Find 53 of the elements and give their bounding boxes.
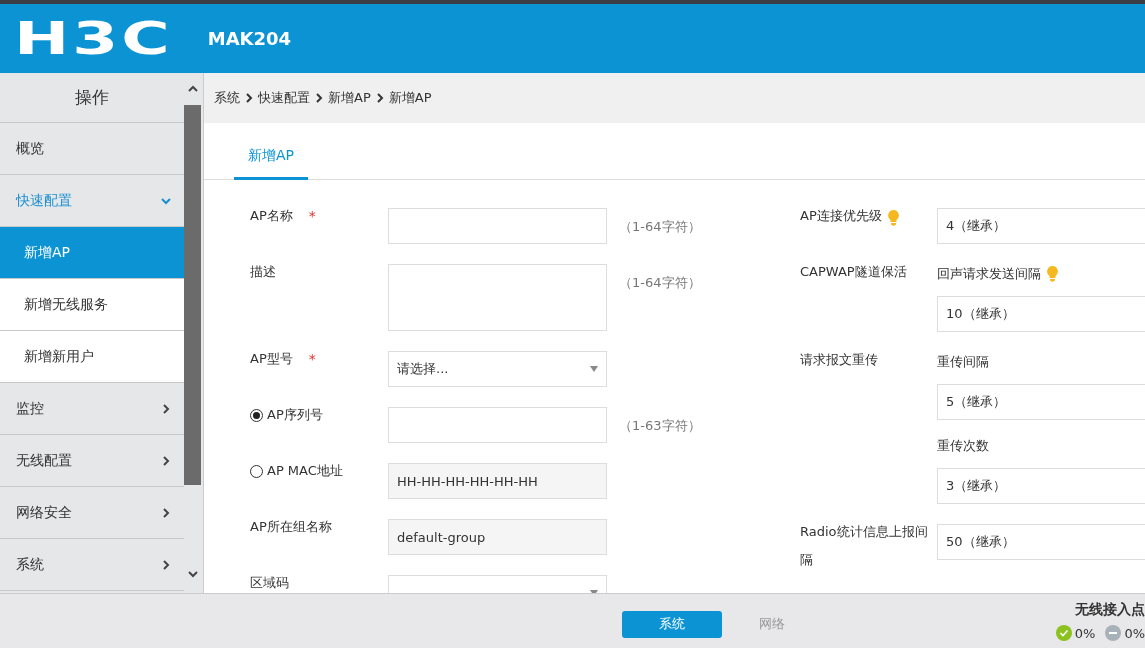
field-label: CAPWAP隧道保活: [800, 263, 907, 281]
input-field[interactable]: [388, 208, 607, 244]
field-label: AP连接优先级: [800, 207, 882, 225]
sidebar-subitem[interactable]: 新增无线服务: [0, 279, 184, 331]
field-label: 描述: [250, 264, 276, 280]
field-sublabel: 重传次数: [937, 437, 989, 455]
breadcrumb-item[interactable]: 新增AP: [388, 89, 432, 107]
field-label: 区域码: [250, 575, 289, 591]
check-circle-icon: [1055, 625, 1072, 641]
required-mark: *: [308, 351, 316, 367]
tab[interactable]: 新增AP: [234, 141, 309, 180]
input-field[interactable]: [388, 407, 607, 443]
chevron-right-icon: [243, 92, 255, 104]
select-field[interactable]: 请选择...: [388, 351, 607, 387]
breadcrumb-item[interactable]: 快速配置: [258, 89, 310, 107]
chevron-right-icon: [160, 402, 172, 415]
required-mark: *: [308, 208, 316, 224]
logo: H3C: [14, 16, 173, 61]
minus-circle-icon: [1105, 625, 1122, 641]
field-label: AP所在组名称: [250, 519, 332, 535]
dropdown-arrow-icon: [590, 366, 598, 372]
field-label: Radio统计信息上报间隔: [800, 523, 929, 569]
field-sublabel: 回声请求发送间隔: [937, 265, 1041, 283]
input-field[interactable]: 4（继承）: [937, 208, 1145, 244]
input-field[interactable]: 10（继承）: [937, 296, 1145, 332]
chevron-right-icon: [160, 506, 172, 519]
chevron-right-icon: [160, 454, 172, 467]
field-label: AP序列号: [267, 407, 323, 423]
breadcrumb-item[interactable]: 新增AP: [328, 89, 371, 107]
field-label: 请求报文重传: [800, 351, 878, 369]
device-name: MAK204: [207, 28, 292, 49]
hint-text: （1-63字符）: [619, 417, 701, 435]
status-value: 0%: [1074, 625, 1096, 641]
chevron-right-icon: [313, 92, 325, 104]
breadcrumb-item[interactable]: 系统: [214, 89, 240, 107]
input-field[interactable]: default-group: [388, 519, 607, 555]
field-label: AP MAC地址: [267, 463, 343, 479]
chevron-right-icon: [160, 558, 172, 571]
input-field[interactable]: 3（继承）: [937, 468, 1145, 504]
field-sublabel: 重传间隔: [937, 353, 989, 371]
input-field[interactable]: 50（继承）: [937, 524, 1145, 560]
scroll-down-icon: [186, 568, 199, 580]
hint-text: （1-64字符）: [619, 218, 701, 236]
scrollbar-thumb[interactable]: [184, 105, 201, 485]
status-value: 0%: [1124, 625, 1145, 641]
input-field[interactable]: HH-HH-HH-HH-HH-HH: [388, 463, 607, 499]
field-label: AP型号: [250, 351, 293, 367]
field-label: AP名称: [250, 208, 293, 224]
textarea-field[interactable]: [388, 264, 607, 331]
sidebar-subitem[interactable]: 新增新用户: [0, 331, 184, 383]
input-field[interactable]: 5（继承）: [937, 384, 1145, 420]
hint-text: （1-64字符）: [619, 274, 701, 292]
status-title: 无线接入点: [1075, 601, 1145, 619]
